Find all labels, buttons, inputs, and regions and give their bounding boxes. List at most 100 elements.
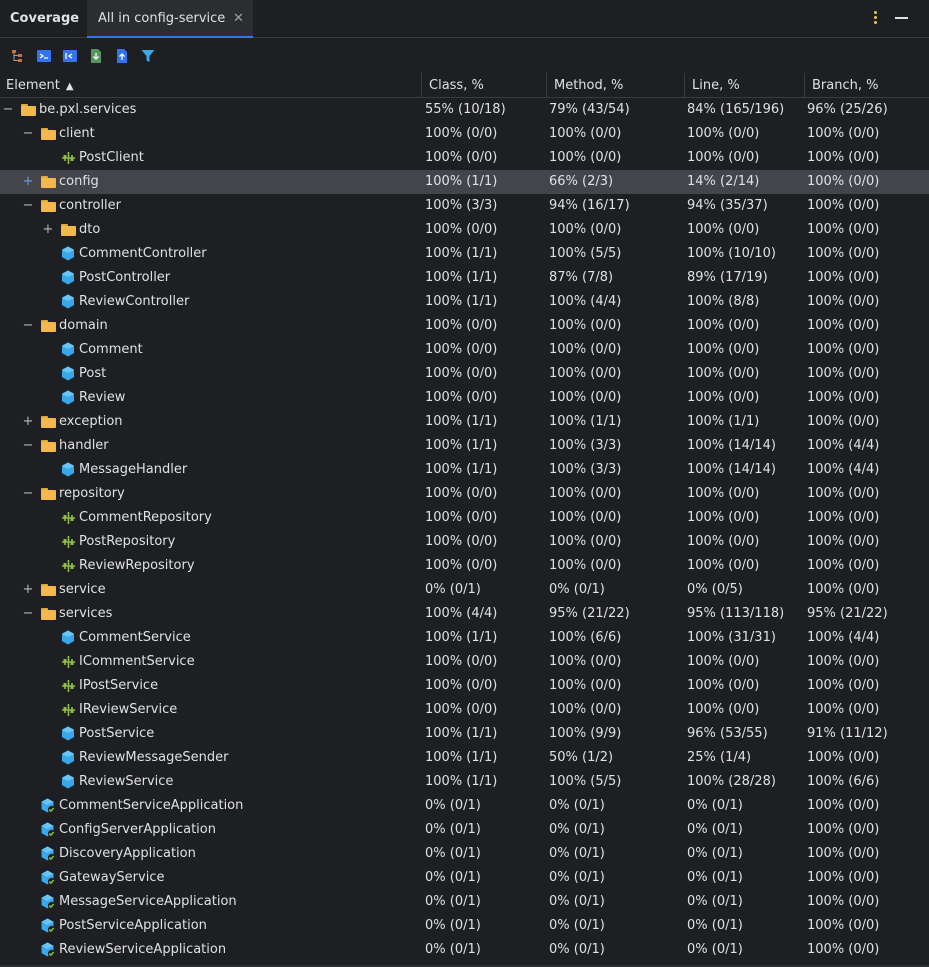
element-cell[interactable]: CommentRepository — [0, 506, 421, 530]
table-row[interactable]: CommentService 100% (1/1) 100% (6/6) 100% (… — [0, 626, 929, 650]
element-cell[interactable]: ReviewService — [0, 770, 421, 794]
element-cell[interactable]: + exception — [0, 410, 421, 434]
import-report-icon[interactable] — [88, 48, 104, 64]
element-cell[interactable]: + dto — [0, 218, 421, 242]
table-row[interactable]: + exception 100% (1/1) 100% (1/1) 100% (1/1)… — [0, 410, 929, 434]
expand-icon[interactable]: + — [22, 578, 34, 602]
table-row[interactable]: + service 0% (0/1) 0% (0/1) 0% (0/5) 100% (0/… — [0, 578, 929, 602]
element-cell[interactable]: IPostService — [0, 674, 421, 698]
navigate-to-source-icon[interactable] — [36, 48, 52, 64]
table-row[interactable]: GatewayService 0% (0/1) 0% (0/1) 0% (0/1) 10… — [0, 866, 929, 890]
table-row[interactable]: ReviewRepository 100% (0/0) 100% (0/0) 100%… — [0, 554, 929, 578]
table-row[interactable]: ICommentService 100% (0/0) 100% (0/0) 100% … — [0, 650, 929, 674]
element-cell[interactable]: MessageHandler — [0, 458, 421, 482]
table-row[interactable]: − handler 100% (1/1) 100% (3/3) 100% (14/14)… — [0, 434, 929, 458]
element-cell[interactable]: PostController — [0, 266, 421, 290]
table-row[interactable]: Post 100% (0/0) 100% (0/0) 100% (0/0) 100% (… — [0, 362, 929, 386]
table-row[interactable]: + dto 100% (0/0) 100% (0/0) 100% (0/0) 100% (… — [0, 218, 929, 242]
element-cell[interactable]: PostServiceApplication — [0, 914, 421, 938]
table-row[interactable]: ReviewController 100% (1/1) 100% (4/4) 100%… — [0, 290, 929, 314]
class-coverage: 100% (0/0) — [425, 510, 498, 525]
collapse-icon[interactable]: − — [22, 482, 34, 506]
element-cell[interactable]: − be.pxl.services — [0, 98, 421, 122]
element-cell[interactable]: CommentController — [0, 242, 421, 266]
element-cell[interactable]: − controller — [0, 194, 421, 218]
flatten-packages-icon[interactable] — [11, 48, 27, 64]
table-row[interactable]: ConfigServerApplication 0% (0/1) 0% (0/1) 0… — [0, 818, 929, 842]
table-row[interactable]: MessageServiceApplication 0% (0/1) 0% (0/1… — [0, 890, 929, 914]
element-cell[interactable]: ReviewRepository — [0, 554, 421, 578]
element-cell[interactable]: CommentServiceApplication — [0, 794, 421, 818]
table-row[interactable]: CommentServiceApplication 0% (0/1) 0% (0/1… — [0, 794, 929, 818]
table-row[interactable]: PostServiceApplication 0% (0/1) 0% (0/1) 0%… — [0, 914, 929, 938]
element-cell[interactable]: − handler — [0, 434, 421, 458]
element-cell[interactable]: Post — [0, 362, 421, 386]
collapse-icon[interactable]: − — [22, 122, 34, 146]
table-row[interactable]: − be.pxl.services 55% (10/18) 79% (43/54) 84… — [0, 98, 929, 122]
element-cell[interactable]: + service — [0, 578, 421, 602]
element-cell[interactable]: Review — [0, 386, 421, 410]
table-row[interactable]: − repository 100% (0/0) 100% (0/0) 100% (0/0… — [0, 482, 929, 506]
table-row[interactable]: − domain 100% (0/0) 100% (0/0) 100% (0/0) 100… — [0, 314, 929, 338]
column-header-method[interactable]: Method, % — [546, 73, 684, 98]
collapse-icon[interactable]: − — [22, 194, 34, 218]
element-cell[interactable]: GatewayService — [0, 866, 421, 890]
table-row[interactable]: PostRepository 100% (0/0) 100% (0/0) 100% (… — [0, 530, 929, 554]
table-row[interactable]: − services 100% (4/4) 95% (21/22) 95% (113/1… — [0, 602, 929, 626]
element-cell[interactable]: IReviewService — [0, 698, 421, 722]
collapse-icon[interactable]: − — [2, 98, 14, 122]
table-row[interactable]: DiscoveryApplication 0% (0/1) 0% (0/1) 0% (… — [0, 842, 929, 866]
collapse-icon[interactable]: − — [22, 602, 34, 626]
element-cell[interactable]: PostService — [0, 722, 421, 746]
table-row[interactable]: PostController 100% (1/1) 87% (7/8) 89% (17… — [0, 266, 929, 290]
expand-icon[interactable]: + — [22, 170, 34, 194]
minimize-icon[interactable] — [895, 17, 908, 19]
table-row[interactable]: IReviewService 100% (0/0) 100% (0/0) 100% (… — [0, 698, 929, 722]
element-cell[interactable]: ReviewServiceApplication — [0, 938, 421, 962]
table-row[interactable]: + config 100% (1/1) 66% (2/3) 14% (2/14) 100%… — [0, 170, 929, 194]
more-options-icon[interactable] — [869, 8, 883, 28]
element-cell[interactable]: CommentService — [0, 626, 421, 650]
collapse-icon[interactable]: − — [22, 314, 34, 338]
collapse-icon[interactable]: − — [22, 434, 34, 458]
table-row[interactable]: Review 100% (0/0) 100% (0/0) 100% (0/0) 100%… — [0, 386, 929, 410]
element-cell[interactable]: − domain — [0, 314, 421, 338]
element-cell[interactable]: ICommentService — [0, 650, 421, 674]
expand-icon[interactable]: + — [22, 410, 34, 434]
close-icon[interactable]: ✕ — [233, 11, 244, 26]
table-row[interactable]: MessageHandler 100% (1/1) 100% (3/3) 100% (… — [0, 458, 929, 482]
element-cell[interactable]: − services — [0, 602, 421, 626]
table-row[interactable]: − controller 100% (3/3) 94% (16/17) 94% (35/… — [0, 194, 929, 218]
column-header-class[interactable]: Class, % — [421, 73, 546, 98]
element-cell[interactable]: PostClient — [0, 146, 421, 170]
table-row[interactable]: PostClient 100% (0/0) 100% (0/0) 100% (0/0)… — [0, 146, 929, 170]
element-cell[interactable]: Comment — [0, 338, 421, 362]
tab-all-in-config-service[interactable]: All in config-service ✕ — [87, 0, 253, 38]
table-row[interactable]: ReviewService 100% (1/1) 100% (5/5) 100% (2… — [0, 770, 929, 794]
element-cell[interactable]: − client — [0, 122, 421, 146]
element-cell[interactable]: DiscoveryApplication — [0, 842, 421, 866]
table-row[interactable]: ReviewServiceApplication 0% (0/1) 0% (0/1)… — [0, 938, 929, 962]
table-row[interactable]: CommentRepository 100% (0/0) 100% (0/0) 100… — [0, 506, 929, 530]
element-cell[interactable]: + config — [0, 170, 421, 194]
expand-icon[interactable]: + — [42, 218, 54, 242]
column-header-element[interactable]: Element ▲ — [0, 73, 421, 98]
element-cell[interactable]: ReviewMessageSender — [0, 746, 421, 770]
table-row[interactable]: CommentController 100% (1/1) 100% (5/5) 100… — [0, 242, 929, 266]
element-cell[interactable]: − repository — [0, 482, 421, 506]
element-cell[interactable]: MessageServiceApplication — [0, 890, 421, 914]
element-cell[interactable]: PostRepository — [0, 530, 421, 554]
element-cell[interactable]: ReviewController — [0, 290, 421, 314]
table-row[interactable]: Comment 100% (0/0) 100% (0/0) 100% (0/0) 100… — [0, 338, 929, 362]
table-row[interactable]: IPostService 100% (0/0) 100% (0/0) 100% (0/… — [0, 674, 929, 698]
autoscroll-from-source-icon[interactable] — [62, 48, 78, 64]
element-cell[interactable]: ConfigServerApplication — [0, 818, 421, 842]
table-row[interactable]: PostService 100% (1/1) 100% (9/9) 96% (53/5… — [0, 722, 929, 746]
column-header-branch[interactable]: Branch, % — [804, 73, 929, 98]
generate-report-icon[interactable] — [114, 48, 130, 64]
filter-icon[interactable] — [140, 48, 156, 64]
column-header-line[interactable]: Line, % — [684, 73, 804, 98]
coverage-tree-table[interactable]: − be.pxl.services 55% (10/18) 79% (43/54) 84… — [0, 98, 929, 962]
table-row[interactable]: − client 100% (0/0) 100% (0/0) 100% (0/0) 100… — [0, 122, 929, 146]
table-row[interactable]: ReviewMessageSender 100% (1/1) 50% (1/2) 25… — [0, 746, 929, 770]
